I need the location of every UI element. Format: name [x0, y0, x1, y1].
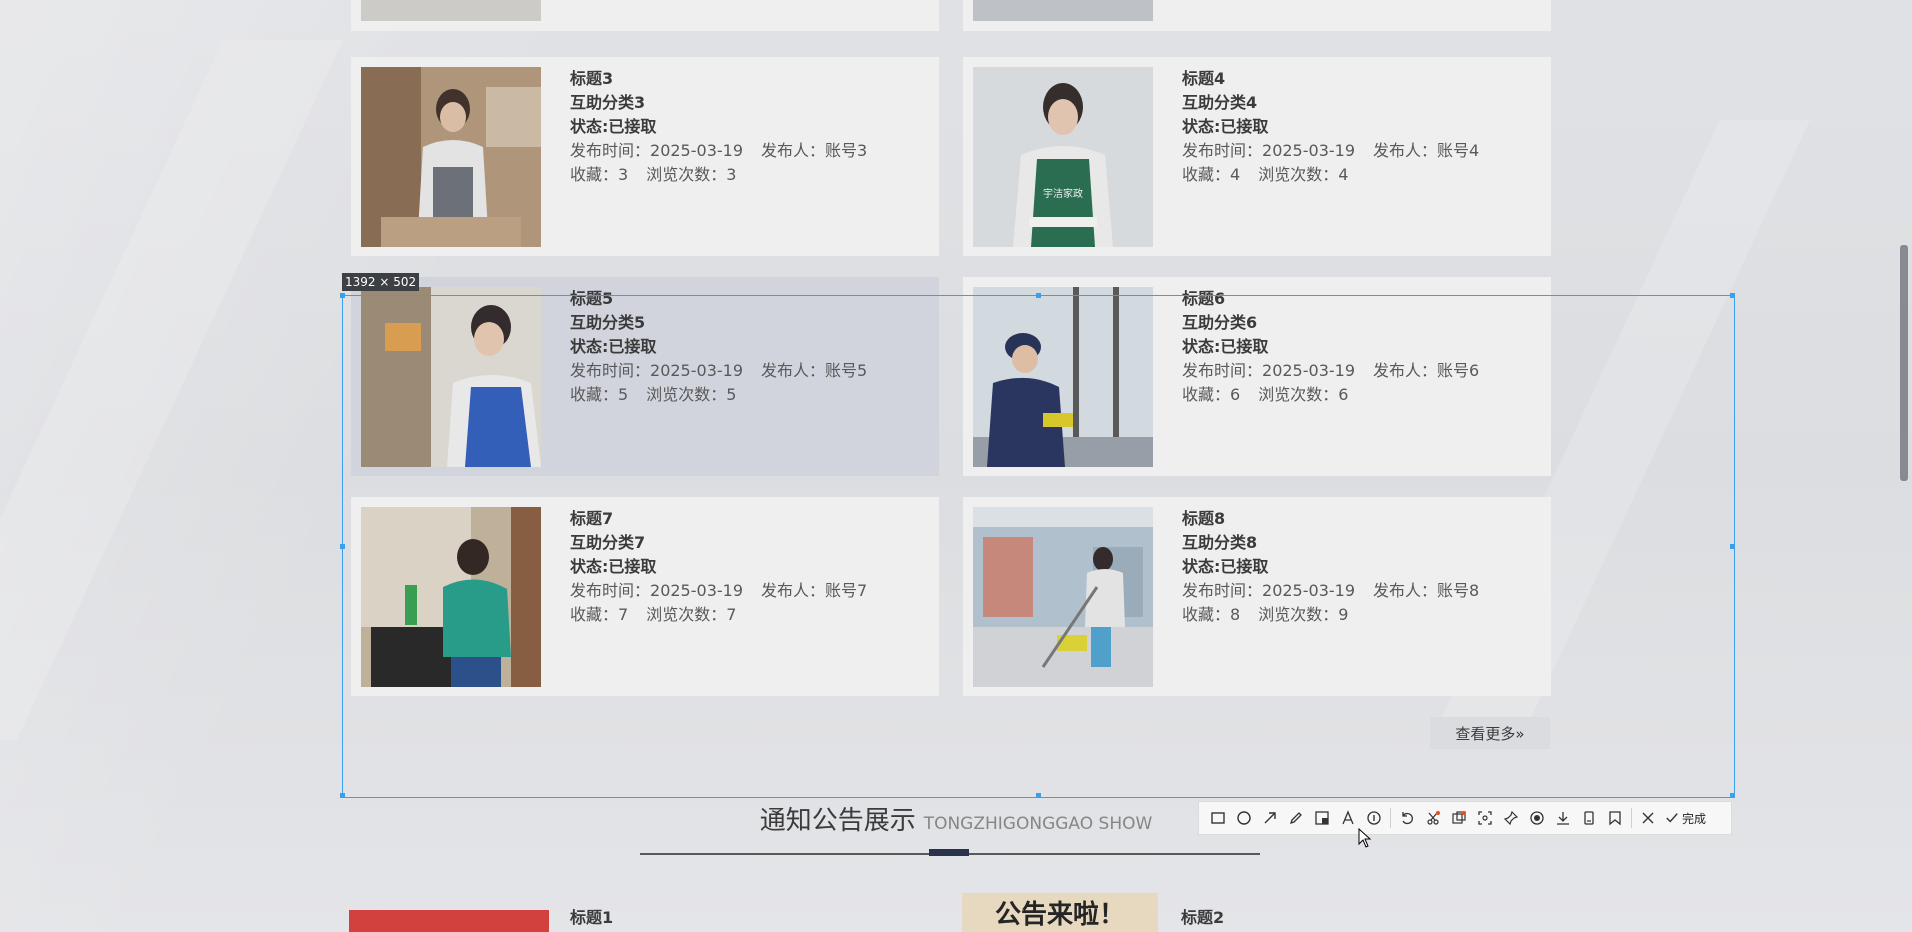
- card-image: [973, 0, 1153, 21]
- pin-icon[interactable]: [1498, 805, 1524, 831]
- capture-selection-frame[interactable]: [340, 293, 1735, 798]
- pen-icon[interactable]: [1283, 805, 1309, 831]
- publisher: 发布人：账号3: [761, 141, 868, 160]
- ocr-icon[interactable]: [1446, 805, 1472, 831]
- publish-time: 发布时间：2025-03-19: [1182, 141, 1355, 160]
- resize-handle[interactable]: [340, 544, 345, 549]
- notice-section-title: 通知公告展示: [759, 806, 916, 836]
- publish-time: 发布时间：2025-03-19: [570, 141, 743, 160]
- views: 浏览次数：3: [646, 165, 737, 184]
- card-status: 状态:已接取: [570, 117, 657, 136]
- toolbar-separator: [1390, 808, 1391, 828]
- card-publish-info: 发布时间：2025-03-19 发布人：账号4: [1182, 141, 1479, 161]
- publisher: 发布人：账号4: [1373, 141, 1480, 160]
- card-stats: 收藏：3 浏览次数：3: [570, 165, 736, 185]
- undo-icon[interactable]: [1394, 805, 1420, 831]
- toolbar-separator: [1631, 808, 1632, 828]
- notice-image[interactable]: [349, 910, 549, 932]
- notice-title[interactable]: 标题2: [1181, 904, 1224, 928]
- notice-title[interactable]: 标题1: [570, 904, 613, 928]
- resize-handle[interactable]: [340, 793, 345, 798]
- help-card[interactable]: 宇洁家政 标题4 互助分类4 状态:已接取 发布时间：2025-03-19 发布人…: [963, 57, 1551, 256]
- card-partial-2[interactable]: [963, 0, 1551, 31]
- card-image: [361, 67, 541, 247]
- mosaic-icon[interactable]: [1309, 805, 1335, 831]
- mouse-cursor-icon: [1358, 828, 1372, 848]
- views: 浏览次数：4: [1258, 165, 1349, 184]
- resize-handle[interactable]: [1036, 293, 1041, 298]
- done-label: 完成: [1682, 811, 1707, 826]
- crop-icon[interactable]: [1420, 805, 1446, 831]
- card-status: 状态:已接取: [1182, 117, 1269, 136]
- save-icon[interactable]: [1550, 805, 1576, 831]
- card-image: 宇洁家政: [973, 67, 1153, 247]
- resize-handle[interactable]: [1730, 293, 1735, 298]
- record-icon[interactable]: [1524, 805, 1550, 831]
- done-button[interactable]: 完成: [1665, 810, 1706, 827]
- favorites: 收藏：4: [1182, 165, 1241, 184]
- bookmark-icon[interactable]: [1602, 805, 1628, 831]
- check-icon: [1666, 813, 1678, 823]
- card-category: 互助分类3: [570, 93, 646, 112]
- card-title[interactable]: 标题4: [1182, 69, 1225, 89]
- help-card[interactable]: 标题3 互助分类3 状态:已接取 发布时间：2025-03-19 发布人：账号3 …: [351, 57, 939, 256]
- card-partial-1[interactable]: [351, 0, 939, 31]
- card-stats: 收藏：4 浏览次数：4: [1182, 165, 1348, 185]
- scrollbar-thumb[interactable]: [1900, 245, 1908, 481]
- section-divider-mark: [929, 849, 969, 856]
- scroll-capture-icon[interactable]: [1472, 805, 1498, 831]
- card-category: 互助分类4: [1182, 93, 1258, 112]
- svg-text:宇洁家政: 宇洁家政: [1043, 187, 1083, 200]
- favorites: 收藏：3: [570, 165, 629, 184]
- arrow-icon[interactable]: [1257, 805, 1283, 831]
- resize-handle[interactable]: [1730, 544, 1735, 549]
- card-publish-info: 发布时间：2025-03-19 发布人：账号3: [570, 141, 867, 161]
- notice-image[interactable]: 公告来啦！: [962, 893, 1158, 932]
- close-icon[interactable]: [1635, 805, 1661, 831]
- capture-size-label: 1392 × 502: [342, 273, 420, 291]
- notice-section-subtitle: TONGZHIGONGGAO SHOW: [923, 814, 1153, 834]
- resize-handle[interactable]: [1730, 793, 1735, 798]
- capture-toolbar: 完成: [1198, 801, 1732, 835]
- resize-handle[interactable]: [340, 293, 345, 298]
- resize-handle[interactable]: [1036, 793, 1041, 798]
- card-title[interactable]: 标题3: [570, 69, 613, 89]
- card-image: [361, 0, 541, 21]
- rectangle-icon[interactable]: [1205, 805, 1231, 831]
- ellipse-icon[interactable]: [1231, 805, 1257, 831]
- phone-icon[interactable]: [1576, 805, 1602, 831]
